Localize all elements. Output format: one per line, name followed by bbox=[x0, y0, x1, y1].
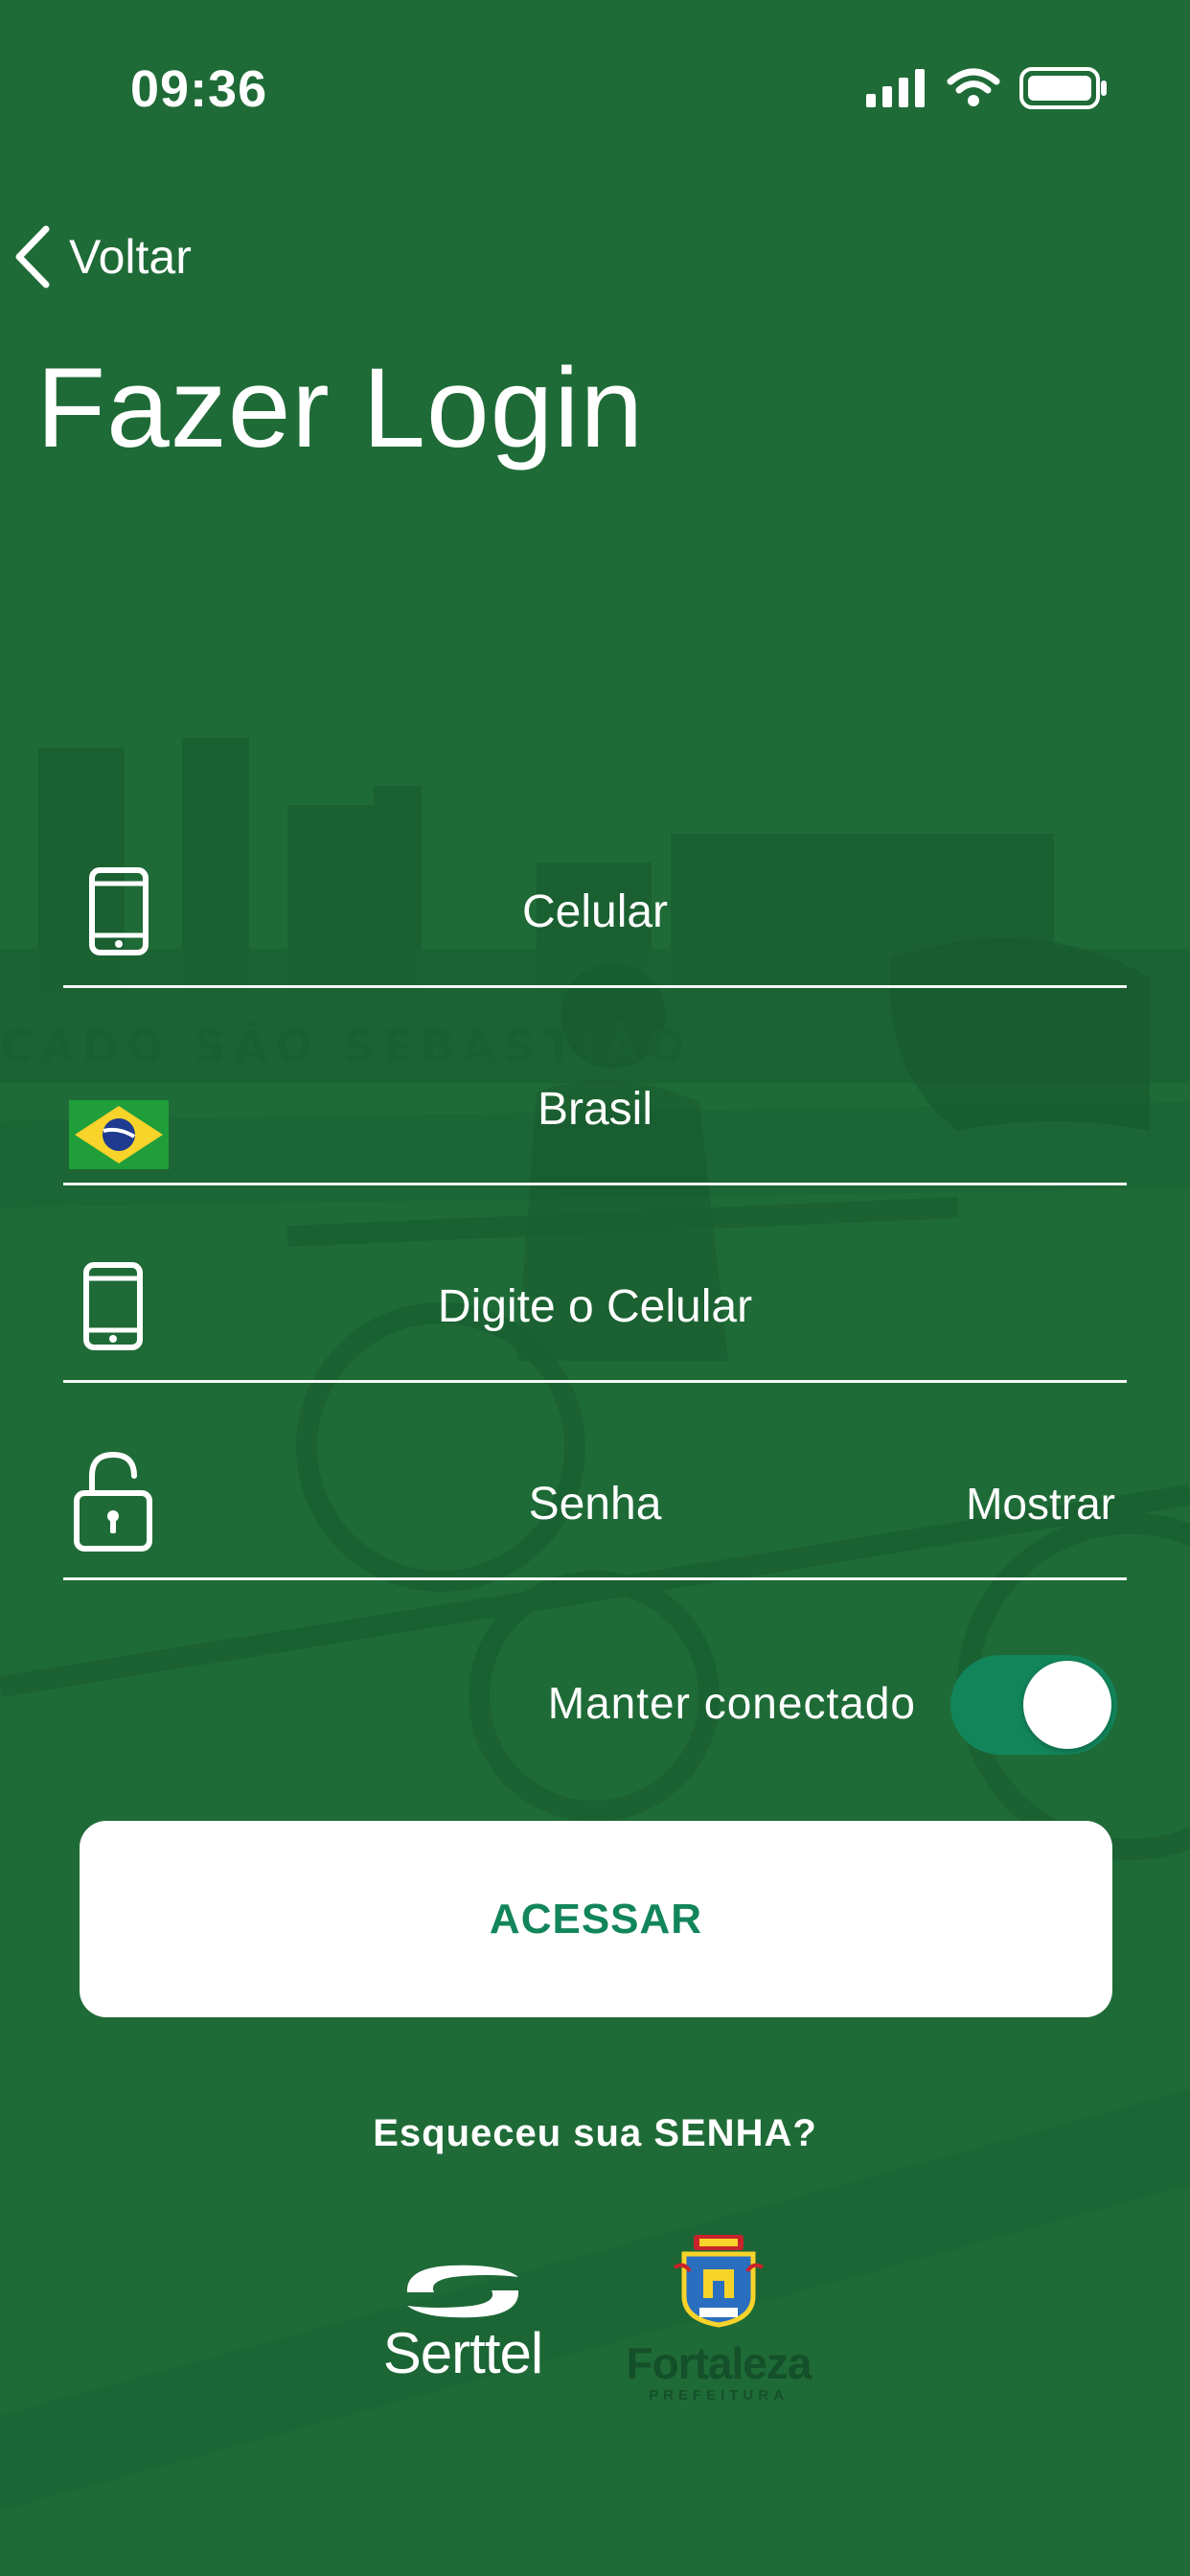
phone-number-input[interactable]: Digite o Celular bbox=[63, 1217, 1127, 1383]
keep-connected-toggle[interactable] bbox=[950, 1655, 1117, 1755]
login-screen: CADO SÃO SEBASTIÃO 09:36 Voltar Fazer Lo… bbox=[0, 0, 1190, 2576]
status-time: 09:36 bbox=[130, 60, 268, 118]
back-label: Voltar bbox=[69, 230, 192, 284]
access-button[interactable]: ACESSAR bbox=[80, 1821, 1112, 2017]
fortaleza-logo: Fortaleza PREFEITURA bbox=[613, 2233, 824, 2404]
back-button[interactable]: Voltar bbox=[11, 218, 192, 295]
toggle-knob bbox=[1023, 1661, 1111, 1749]
chevron-left-icon bbox=[15, 225, 50, 288]
page-title: Fazer Login bbox=[36, 345, 645, 472]
forgot-password-link[interactable]: Esqueceu sua SENHA? bbox=[0, 2112, 1190, 2155]
serttel-logo: Serttel bbox=[372, 2260, 554, 2386]
cellular-signal-icon bbox=[866, 69, 925, 107]
status-icons bbox=[866, 67, 1108, 109]
keep-connected-label: Manter conectado bbox=[547, 1678, 916, 1728]
status-bar: 09:36 bbox=[0, 0, 1190, 182]
password-input[interactable]: Senha Mostrar bbox=[63, 1414, 1127, 1580]
fortaleza-crest-icon bbox=[673, 2235, 765, 2328]
serttel-logo-text: Serttel bbox=[382, 2321, 543, 2385]
serttel-logo-mark bbox=[406, 2265, 519, 2318]
prefeitura-logo-text: PREFEITURA bbox=[649, 2387, 789, 2404]
wifi-icon bbox=[947, 68, 1000, 106]
country-select[interactable]: Brasil bbox=[63, 1020, 1127, 1185]
keep-connected-row: Manter conectado bbox=[0, 1650, 1190, 1756]
phone-number-placeholder: Digite o Celular bbox=[437, 1281, 753, 1332]
fortaleza-logo-text: Fortaleza bbox=[626, 2338, 812, 2388]
phone-type-value: Celular bbox=[521, 886, 669, 937]
country-value: Brasil bbox=[537, 1084, 653, 1135]
show-password-button[interactable]: Mostrar bbox=[966, 1478, 1115, 1530]
battery-icon bbox=[1019, 67, 1107, 109]
phone-type-select[interactable]: Celular bbox=[63, 822, 1127, 988]
